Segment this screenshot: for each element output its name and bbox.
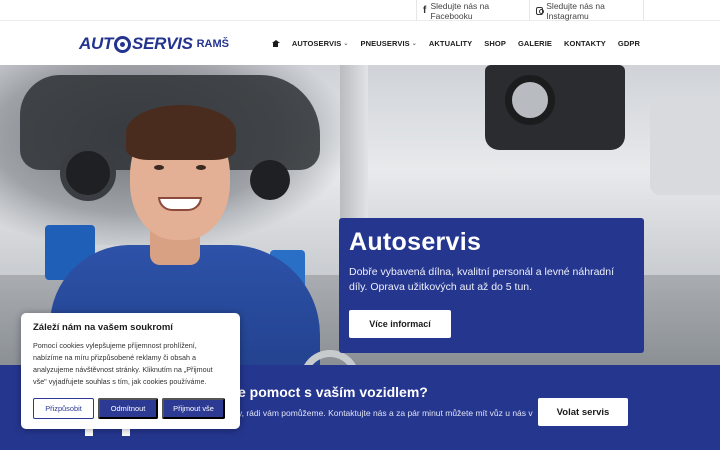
logo-text-right: SERVIS bbox=[132, 34, 193, 53]
nav-item-label: AUTOSERVIS bbox=[291, 38, 342, 48]
cookie-text: Pomocí cookies vylepšujeme příjemnost pr… bbox=[33, 341, 213, 386]
logo-text-left: AUT bbox=[79, 34, 114, 53]
nav-item-autoservis[interactable]: AUTOSERVIS ⌄ bbox=[292, 39, 349, 48]
nav-item-label: PNEUSERVIS bbox=[360, 38, 410, 48]
nav-item-aktuality[interactable]: AKTUALITY bbox=[429, 39, 472, 48]
nav-item-gdpr[interactable]: GDPR bbox=[618, 39, 640, 48]
main-nav: AUTOSERVIS ⌄ PNEUSERVIS ⌄ AKTUALITY SHOP… bbox=[260, 21, 640, 65]
cookie-title: Záleží nám na vašem soukromí bbox=[33, 322, 173, 333]
car-image bbox=[650, 95, 720, 195]
home-icon bbox=[271, 39, 280, 47]
cookie-consent-dialog: Záleží nám na vašem soukromí Pomocí cook… bbox=[21, 313, 240, 429]
site-logo[interactable]: AUT SERVIS RAMŠ bbox=[79, 33, 229, 55]
reject-cookies-button[interactable]: Odmítnout bbox=[98, 398, 158, 419]
hero-title: Autoservis bbox=[349, 228, 482, 256]
facebook-icon bbox=[423, 5, 427, 16]
more-info-button[interactable]: Více informací bbox=[349, 310, 451, 338]
call-service-button[interactable]: Volat servis bbox=[538, 398, 628, 426]
suv-wheel-image bbox=[505, 75, 555, 125]
logo-suffix: RAMŠ bbox=[196, 38, 229, 50]
hero-text: Dobře vybavená dílna, kvalitní personál … bbox=[349, 266, 615, 293]
nav-item-label: KONTAKTY bbox=[564, 38, 606, 48]
logo-wheel-icon bbox=[114, 35, 132, 53]
customize-cookies-button[interactable]: Přizpůsobit bbox=[33, 398, 94, 419]
band-decoration bbox=[85, 428, 130, 436]
nav-item-label: SHOP bbox=[484, 38, 506, 48]
nav-item-label: GDPR bbox=[617, 38, 640, 48]
facebook-link[interactable]: Sledujte nás na Facebooku bbox=[416, 0, 529, 21]
social-topbar: Sledujte nás na Facebooku Sledujte nás n… bbox=[0, 0, 720, 21]
mechanic-hair bbox=[126, 105, 236, 160]
site-header: AUT SERVIS RAMŠ AUTOSERVIS ⌄ PNEUSERVIS … bbox=[0, 21, 720, 65]
chevron-down-icon: ⌄ bbox=[343, 40, 349, 47]
instagram-link[interactable]: Sledujte nás na Instagramu bbox=[529, 0, 644, 21]
chevron-down-icon: ⌄ bbox=[411, 40, 417, 47]
nav-item-pneuservis[interactable]: PNEUSERVIS ⌄ bbox=[361, 39, 417, 48]
accept-all-cookies-button[interactable]: Přijmout vše bbox=[162, 398, 225, 419]
cookie-buttons: Přizpůsobit Odmítnout Přijmout vše bbox=[33, 398, 229, 419]
nav-home[interactable] bbox=[271, 39, 280, 47]
mechanic-eye bbox=[196, 165, 206, 170]
instagram-icon bbox=[536, 6, 544, 15]
hero-card: Autoservis Dobře vybavená dílna, kvalitn… bbox=[339, 218, 644, 353]
instagram-link-label: Sledujte nás na Instagramu bbox=[546, 0, 605, 21]
nav-item-galerie[interactable]: GALERIE bbox=[518, 39, 552, 48]
nav-item-label: AKTUALITY bbox=[428, 38, 473, 48]
nav-item-kontakty[interactable]: KONTAKTY bbox=[564, 39, 606, 48]
nav-item-label: GALERIE bbox=[517, 38, 552, 48]
cta-text: y, rádi vám pomůžeme. Kontaktujte nás a … bbox=[238, 408, 533, 418]
nav-item-shop[interactable]: SHOP bbox=[484, 39, 506, 48]
mechanic-eye bbox=[154, 165, 164, 170]
facebook-link-label: Sledujte nás na Facebooku bbox=[430, 0, 490, 21]
cta-title: e pomoct s vaším vozidlem? bbox=[238, 384, 428, 400]
